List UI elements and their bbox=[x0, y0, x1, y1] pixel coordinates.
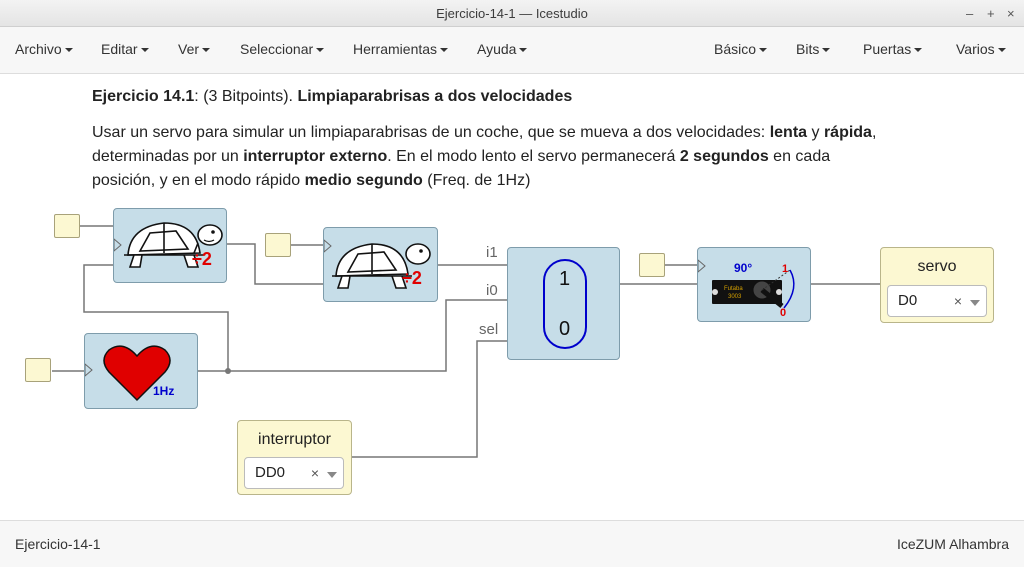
menu-puertas[interactable]: Puertas bbox=[863, 27, 923, 74]
design-canvas[interactable]: Ejercicio 14.1: (3 Bitpoints). Limpiapar… bbox=[0, 75, 1024, 520]
caret-down-icon bbox=[759, 48, 768, 53]
menu-varios[interactable]: Varios bbox=[956, 27, 1006, 74]
maximize-icon[interactable]: + bbox=[987, 0, 995, 27]
divider-label: ÷2 bbox=[402, 268, 422, 288]
chevron-down-icon[interactable] bbox=[970, 300, 980, 306]
turtle-icon bbox=[113, 222, 223, 268]
status-board[interactable]: IceZUM Alhambra bbox=[897, 536, 1009, 552]
caret-down-icon bbox=[440, 48, 449, 53]
clock-label: 1Hz bbox=[153, 384, 175, 398]
servo-mark-0: 0 bbox=[780, 307, 786, 319]
servo-block[interactable]: Futaba 3003 90° 1 0 bbox=[697, 247, 811, 322]
menu-ayuda[interactable]: Ayuda bbox=[477, 27, 528, 74]
caret-down-icon bbox=[519, 48, 528, 53]
output-pin-servo[interactable]: servo D0 × bbox=[880, 247, 994, 323]
menubar: Archivo Editar Ver Seleccionar Herramien… bbox=[0, 27, 1024, 74]
servo-icon: Futaba 3003 90° 1 0 bbox=[697, 258, 795, 319]
wire bbox=[352, 340, 507, 458]
servo-brand: Futaba bbox=[724, 286, 743, 292]
input-pin-interruptor[interactable]: interruptor DD0 × bbox=[237, 420, 352, 495]
port-label-sel: sel bbox=[479, 321, 499, 338]
caret-down-icon bbox=[997, 48, 1006, 53]
clear-icon[interactable]: × bbox=[311, 465, 319, 481]
close-icon[interactable]: × bbox=[1007, 0, 1015, 27]
divider-block-2[interactable]: ÷2 bbox=[323, 227, 438, 302]
caret-down-icon bbox=[202, 48, 211, 53]
pin-select-value: D0 bbox=[898, 292, 918, 309]
minimize-icon[interactable]: – bbox=[966, 0, 973, 27]
clear-icon[interactable]: × bbox=[954, 293, 962, 309]
caret-down-icon bbox=[316, 48, 325, 53]
constant-input-3[interactable] bbox=[25, 358, 51, 382]
servo-model: 3003 bbox=[728, 294, 742, 300]
caret-down-icon bbox=[140, 48, 149, 53]
port-label-i1: i1 bbox=[486, 244, 498, 261]
port-label-i0: i0 bbox=[486, 282, 498, 299]
output-pin-label: servo bbox=[917, 258, 957, 275]
menu-ver[interactable]: Ver bbox=[178, 27, 211, 74]
wire-junction bbox=[225, 368, 231, 374]
multiplexer-block[interactable]: 1 0 bbox=[507, 247, 620, 360]
chevron-down-icon[interactable] bbox=[327, 472, 337, 478]
clock-block[interactable]: 1Hz bbox=[84, 333, 198, 409]
mux-input-0-label: 0 bbox=[558, 318, 571, 340]
window-titlebar: Ejercicio-14-1 — Icestudio bbox=[0, 0, 1024, 27]
window-title: Ejercicio-14-1 — Icestudio bbox=[436, 6, 588, 21]
constant-input-4[interactable] bbox=[639, 253, 665, 277]
divider-label: ÷2 bbox=[192, 249, 212, 269]
pin-select-value: DD0 bbox=[255, 464, 286, 481]
wire bbox=[198, 299, 507, 372]
constant-input-2[interactable] bbox=[265, 233, 291, 257]
input-pin-label: interruptor bbox=[258, 431, 331, 448]
heart-icon bbox=[84, 345, 171, 402]
menu-herramientas[interactable]: Herramientas bbox=[353, 27, 449, 74]
status-filename: Ejercicio-14-1 bbox=[15, 536, 101, 552]
statusbar: Ejercicio-14-1 IceZUM Alhambra bbox=[0, 520, 1024, 567]
servo-mark-1: 1 bbox=[782, 263, 788, 275]
divider-block-1[interactable]: ÷2 bbox=[113, 208, 227, 283]
constant-input-1[interactable] bbox=[54, 214, 80, 238]
caret-down-icon bbox=[822, 48, 831, 53]
menu-basico[interactable]: Básico bbox=[714, 27, 768, 74]
pin-select-interruptor[interactable]: DD0 × bbox=[244, 457, 344, 489]
menu-bits[interactable]: Bits bbox=[796, 27, 831, 74]
turtle-icon bbox=[323, 238, 431, 289]
pin-select-servo[interactable]: D0 × bbox=[887, 285, 987, 317]
servo-angle: 90° bbox=[734, 261, 752, 275]
caret-down-icon bbox=[64, 48, 73, 53]
caret-down-icon bbox=[914, 48, 923, 53]
mux-input-1-label: 1 bbox=[558, 268, 571, 290]
menu-archivo[interactable]: Archivo bbox=[15, 27, 73, 74]
menu-seleccionar[interactable]: Seleccionar bbox=[240, 27, 325, 74]
menu-editar[interactable]: Editar bbox=[101, 27, 149, 74]
